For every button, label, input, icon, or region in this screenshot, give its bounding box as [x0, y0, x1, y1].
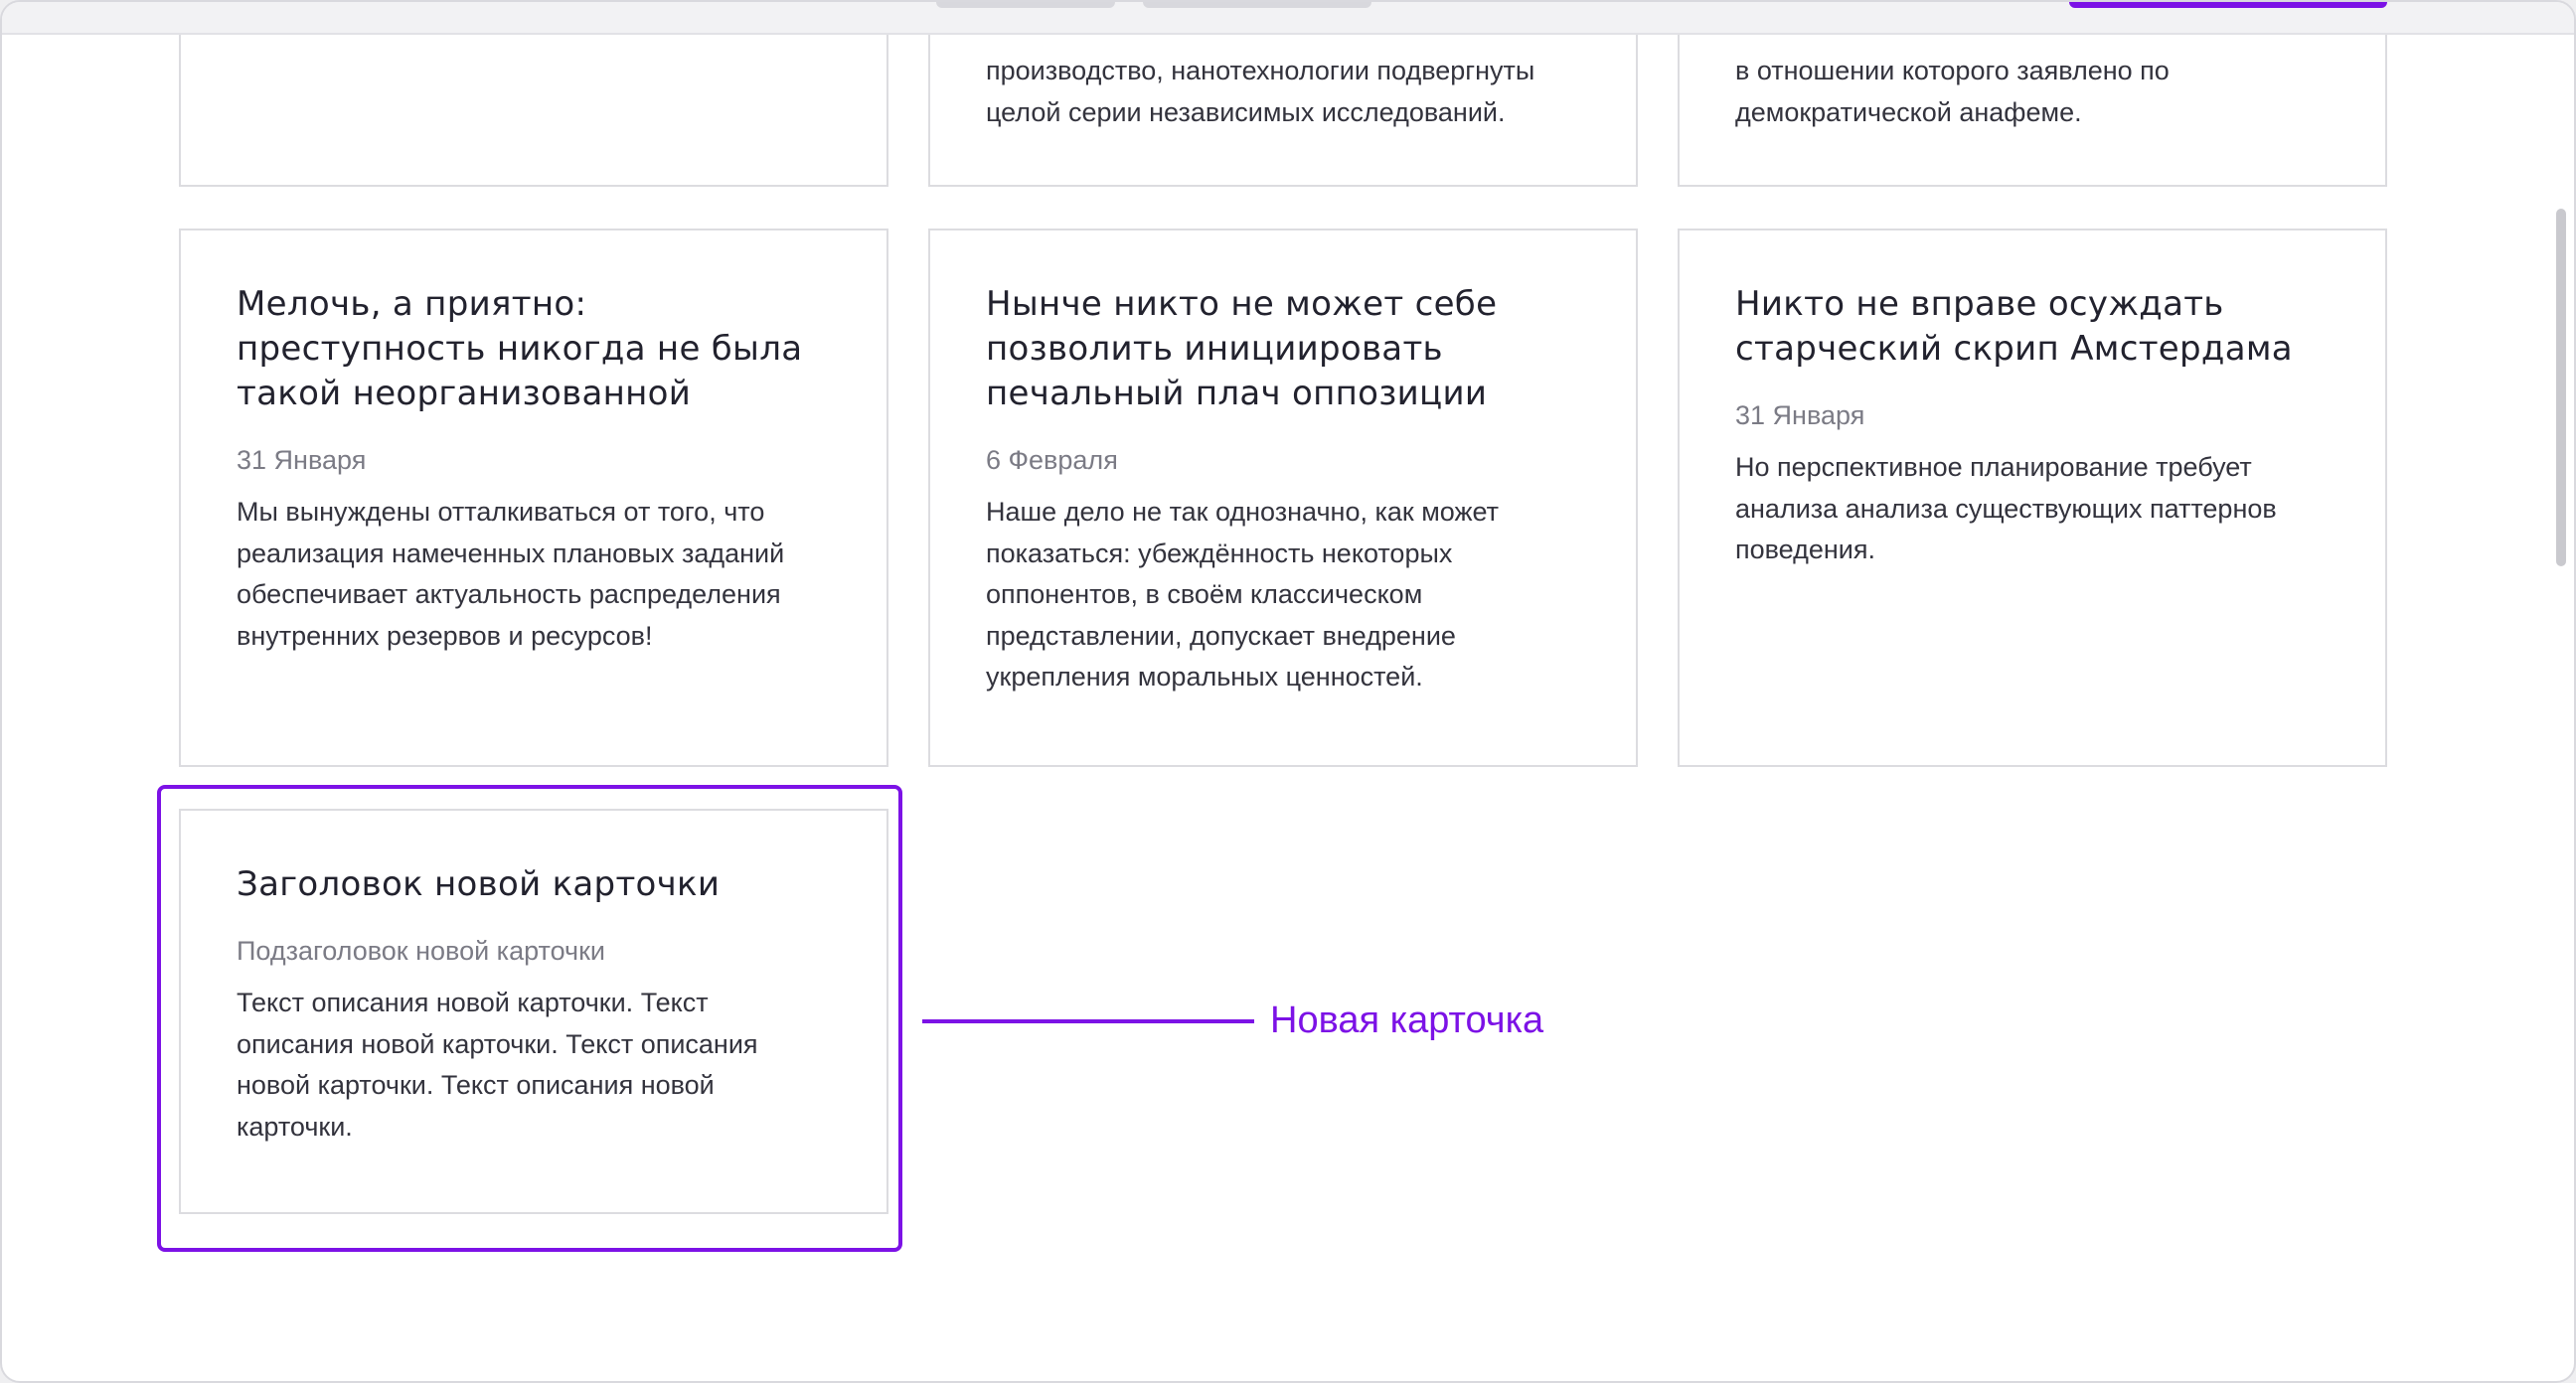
header-nav-item[interactable]	[936, 2, 1115, 8]
card-description: Мы вынуждены отталкиваться от того, что …	[237, 497, 785, 651]
card-description: в отношении которого заявлено по демокра…	[1735, 56, 2170, 127]
new-card-title: Заголовок новой карточки	[237, 864, 721, 904]
news-card[interactable]: Мелочь, а приятно: преступность никогда …	[179, 229, 888, 767]
card-date: 31 Января	[237, 445, 367, 475]
annotation-pointer-line	[922, 1019, 1254, 1023]
card-description: производство, нанотехнологии подвергнуты…	[986, 56, 1535, 127]
card-description: Наше дело не так однозначно, как может п…	[986, 497, 1500, 692]
browser-window: производство, нанотехнологии подвергнуты…	[0, 0, 2576, 1383]
card-date: 6 Февраля	[986, 445, 1118, 475]
scrollbar-thumb[interactable]	[2556, 209, 2566, 566]
news-card[interactable]: Никто не вправе осуждать старческий скри…	[1678, 229, 2387, 767]
news-card[interactable]: Нынче никто не может себе позволить иниц…	[928, 229, 1638, 767]
new-card[interactable]: Заголовок новой карточки Подзаголовок но…	[179, 809, 888, 1214]
card-title: Мелочь, а приятно: преступность никогда …	[237, 284, 803, 413]
active-nav-indicator	[2069, 2, 2387, 8]
header-nav-item[interactable]	[1143, 2, 1371, 8]
annotation-label: Новая карточка	[1270, 999, 1544, 1041]
card-date: 31 Января	[1735, 400, 1865, 430]
sticky-header-strip	[2, 2, 2574, 35]
card-description: Но перспективное планирование требует ан…	[1735, 452, 2277, 564]
card-title: Нынче никто не может себе позволить иниц…	[986, 284, 1498, 413]
card-title: Никто не вправе осуждать старческий скри…	[1735, 284, 2293, 369]
new-card-subtitle: Подзаголовок новой карточки	[237, 936, 605, 966]
new-card-description: Текст описания новой карточки. Текст опи…	[237, 988, 758, 1142]
